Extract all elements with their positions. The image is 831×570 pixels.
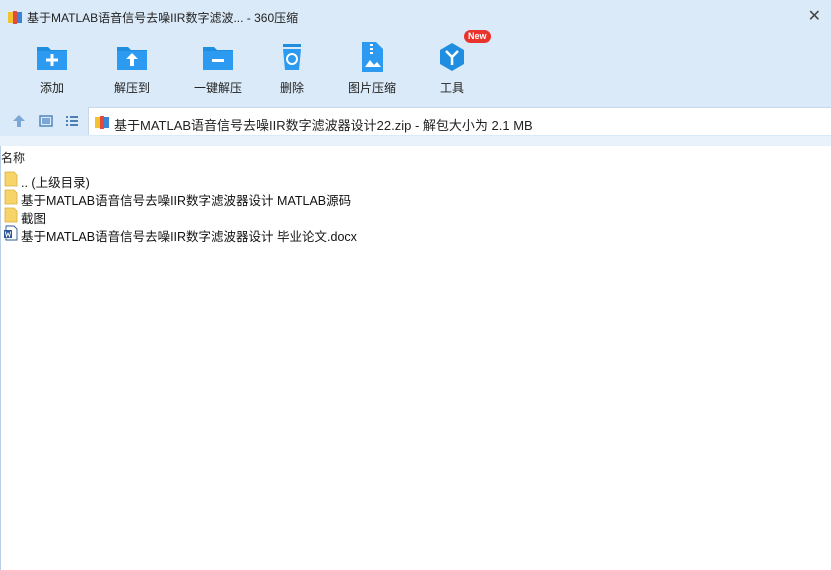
folder-icon (4, 189, 18, 205)
list-item-thesis-docx[interactable]: 基于MATLAB语音信号去噪IIR数字滤波器设计 毕业论文.docx (0, 224, 831, 244)
window-title: 基于MATLAB语音信号去噪IIR数字滤波... - 360压缩 (27, 11, 299, 25)
close-button[interactable]: ✕ (808, 6, 821, 26)
new-badge: New (464, 30, 491, 43)
extract-to-icon (117, 47, 147, 70)
folder-icon (4, 207, 18, 223)
list-item-parent-directory[interactable]: .. (上级目录) (0, 170, 831, 190)
archive-app-icon (8, 11, 22, 24)
navigation-bar: 基于MATLAB语音信号去噪IIR数字滤波器设计22.zip - 解包大小为 2… (0, 106, 831, 136)
add-button[interactable]: 添加 (12, 34, 92, 106)
thumbnail-view-icon[interactable] (38, 113, 54, 129)
recycle-bin-icon (283, 44, 301, 70)
list-item-source-folder[interactable]: 基于MATLAB语音信号去噪IIR数字滤波器设计 MATLAB源码 (0, 188, 831, 208)
image-compress-label: 图片压缩 (347, 81, 396, 95)
folder-icon (4, 171, 18, 187)
file-name: 基于MATLAB语音信号去噪IIR数字滤波器设计 毕业论文.docx (21, 230, 357, 244)
title-bar: 基于MATLAB语音信号去噪IIR数字滤波... - 360压缩 ✕ (0, 0, 831, 34)
tools-label: 工具 (439, 81, 464, 95)
column-header: 名称 (0, 146, 831, 166)
delete-button[interactable]: 删除 (252, 34, 332, 106)
add-label: 添加 (39, 81, 64, 95)
list-item-screenshots-folder[interactable]: 截图 (0, 206, 831, 226)
tools-icon (440, 43, 464, 71)
extract-to-button[interactable]: 解压到 (92, 34, 172, 106)
path-field[interactable]: 基于MATLAB语音信号去噪IIR数字滤波器设计22.zip - 解包大小为 2… (88, 107, 831, 135)
tools-button[interactable]: New 工具 (412, 30, 492, 106)
one-click-extract-button[interactable]: 一键解压 (178, 34, 258, 106)
toolbar: 添加 解压到 一键解压 删除 图片压缩 New 工具 (0, 30, 831, 106)
word-document-icon (4, 225, 18, 241)
one-click-extract-label: 一键解压 (193, 81, 242, 95)
archive-path: 基于MATLAB语音信号去噪IIR数字滤波器设计22.zip - 解包大小为 2… (114, 118, 533, 133)
image-compress-icon (362, 42, 383, 72)
header-divider (0, 136, 831, 146)
delete-label: 删除 (279, 81, 304, 95)
one-click-extract-icon (203, 47, 233, 70)
image-compress-button[interactable]: 图片压缩 (332, 34, 412, 106)
name-column-header[interactable]: 名称 (1, 149, 25, 166)
zip-archive-icon (95, 116, 109, 129)
window-left-border (0, 146, 1, 570)
up-arrow-icon[interactable] (11, 113, 27, 129)
file-list: .. (上级目录) 基于MATLAB语音信号去噪IIR数字滤波器设计 MATLA… (0, 170, 831, 244)
list-view-icon[interactable] (64, 113, 80, 129)
extract-to-label: 解压到 (113, 81, 150, 95)
add-folder-icon (37, 47, 67, 70)
